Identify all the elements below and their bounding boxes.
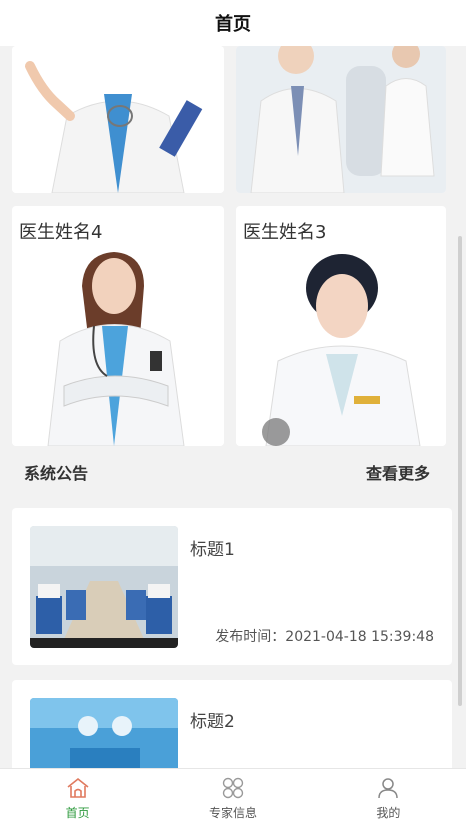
tab-experts[interactable]: 专家信息 <box>155 769 310 827</box>
tab-mine[interactable]: 我的 <box>311 769 466 827</box>
page-title: 首页 <box>215 14 251 35</box>
home-icon <box>67 777 89 798</box>
tab-label: 专家信息 <box>208 806 257 820</box>
grid-icon <box>222 777 244 799</box>
doctor-photo <box>12 246 224 446</box>
user-icon <box>378 778 399 799</box>
doctor-card[interactable] <box>12 46 224 193</box>
doctor-card-4[interactable]: 医生姓名4 <box>12 206 224 446</box>
doctor-name: 医生姓名4 <box>19 222 103 243</box>
bottom-tab-bar: 首页 专家信息 我的 <box>0 768 466 827</box>
news-title: 标题2 <box>190 712 235 732</box>
view-more-link[interactable]: 查看更多 <box>354 460 442 484</box>
doctor-name: 医生姓名3 <box>243 222 327 243</box>
doctor-photo <box>12 46 224 193</box>
page-header: 首页 <box>0 0 466 46</box>
home-scroll-area[interactable]: 医生姓名4 医生姓名3 系统公告 查看更多 标题1 发布时间：2021-04-1… <box>0 46 466 768</box>
news-title: 标题1 <box>190 540 235 560</box>
tab-label: 我的 <box>376 806 401 820</box>
news-item[interactable]: 标题1 发布时间：2021-04-18 15:39:48 <box>12 508 452 665</box>
notice-section-title: 系统公告 <box>24 464 89 483</box>
news-publish-time: 发布时间：2021-04-18 15:39:48 <box>215 629 434 645</box>
scrollbar[interactable] <box>458 236 462 706</box>
doctor-card[interactable] <box>236 46 446 193</box>
notice-section-header: 系统公告 查看更多 <box>12 461 442 483</box>
news-item[interactable]: 标题2 <box>12 680 452 768</box>
news-thumbnail <box>30 698 178 768</box>
tab-home[interactable]: 首页 <box>0 769 155 827</box>
news-thumbnail <box>30 526 178 648</box>
doctor-photo <box>236 246 446 446</box>
doctor-card-3[interactable]: 医生姓名3 <box>236 206 446 446</box>
doctor-photo <box>236 46 446 193</box>
tab-label: 首页 <box>65 806 90 820</box>
